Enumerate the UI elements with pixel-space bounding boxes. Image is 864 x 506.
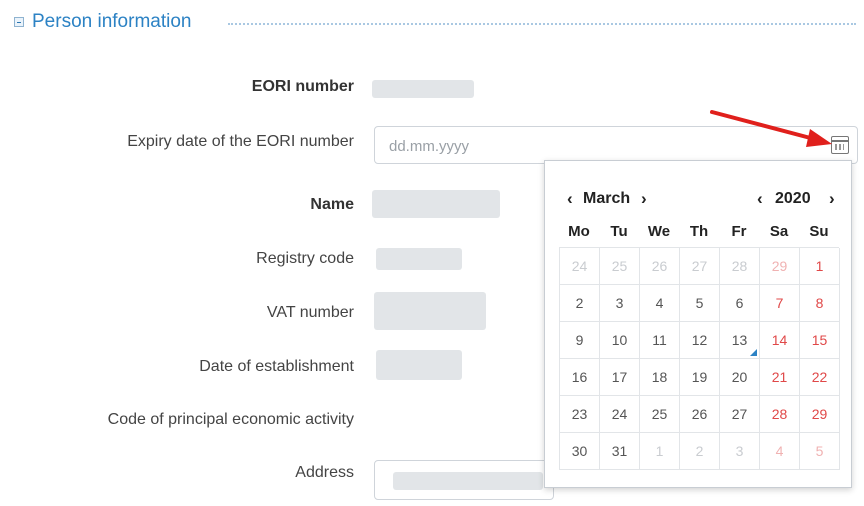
calendar-day[interactable]: 25 <box>600 248 640 285</box>
calendar-day[interactable]: 2 <box>560 285 600 322</box>
calendar-day[interactable]: 15 <box>800 322 840 359</box>
prev-year-button[interactable]: ‹ <box>757 189 763 209</box>
calendar-day[interactable]: 16 <box>560 359 600 396</box>
calendar-day[interactable]: 28 <box>720 248 760 285</box>
calendar-day[interactable]: 6 <box>720 285 760 322</box>
establishment-date-value-redacted <box>376 350 462 380</box>
date-picker-popup: ‹ March › ‹ 2020 › Mo Tu We Th Fr Sa Su … <box>544 160 852 488</box>
address-input[interactable] <box>374 460 554 500</box>
establishment-date-label: Date of establishment <box>199 358 354 375</box>
calendar-day[interactable]: 10 <box>600 322 640 359</box>
calendar-day[interactable]: 19 <box>680 359 720 396</box>
calendar-day[interactable]: 7 <box>760 285 800 322</box>
weekday-sa: Sa <box>769 223 789 240</box>
calendar-day[interactable]: 26 <box>680 396 720 433</box>
calendar-day[interactable]: 23 <box>560 396 600 433</box>
weekday-su: Su <box>809 223 829 240</box>
red-arrow-annotation <box>710 110 832 147</box>
weekday-tu: Tu <box>610 223 628 240</box>
calendar-day[interactable]: 27 <box>720 396 760 433</box>
calendar-day[interactable]: 8 <box>800 285 840 322</box>
calendar-day[interactable]: 24 <box>600 396 640 433</box>
address-value-redacted <box>393 472 543 490</box>
calendar-day[interactable]: 11 <box>640 322 680 359</box>
year-label[interactable]: 2020 <box>775 189 811 209</box>
vat-number-value-redacted <box>374 292 486 330</box>
collapse-icon[interactable] <box>14 17 24 27</box>
weekday-fr: Fr <box>731 223 747 240</box>
expiry-date-label: Expiry date of the EORI number <box>127 133 354 150</box>
calendar-day[interactable]: 26 <box>640 248 680 285</box>
calendar-day[interactable]: 29 <box>800 396 840 433</box>
weekday-mo: Mo <box>568 223 590 240</box>
prev-month-button[interactable]: ‹ <box>567 189 573 209</box>
calendar-day[interactable]: 14 <box>760 322 800 359</box>
section-title: Person information <box>32 11 192 32</box>
calendar-day[interactable]: 17 <box>600 359 640 396</box>
calendar-day[interactable]: 12 <box>680 322 720 359</box>
calendar-day[interactable]: 29 <box>760 248 800 285</box>
calendar-day[interactable]: 24 <box>560 248 600 285</box>
calendar-day[interactable]: 1 <box>800 248 840 285</box>
calendar-day[interactable]: 28 <box>760 396 800 433</box>
registry-code-value-redacted <box>376 248 462 270</box>
weekday-header: Mo Tu We Th Fr Sa Su <box>559 223 839 240</box>
eori-number-label: EORI number <box>251 78 354 95</box>
calendar-day[interactable]: 30 <box>560 433 600 470</box>
calendar-grid: 24 25 26 27 28 29 1 2 3 4 5 6 7 8 9 10 1… <box>559 247 840 470</box>
calendar-day[interactable]: 18 <box>640 359 680 396</box>
address-label: Address <box>295 464 354 481</box>
vat-number-label: VAT number <box>266 304 354 321</box>
calendar-day[interactable]: 2 <box>680 433 720 470</box>
calendar-day[interactable]: 4 <box>760 433 800 470</box>
calendar-day[interactable]: 27 <box>680 248 720 285</box>
registry-code-label: Registry code <box>256 250 354 267</box>
calendar-day[interactable]: 5 <box>680 285 720 322</box>
name-label: Name <box>310 196 354 213</box>
calendar-day[interactable]: 21 <box>760 359 800 396</box>
calendar-day[interactable]: 25 <box>640 396 680 433</box>
economic-activity-label: Code of principal economic activity <box>107 411 354 428</box>
weekday-th: Th <box>689 223 709 240</box>
weekday-we: We <box>647 223 671 240</box>
next-year-button[interactable]: › <box>829 189 835 209</box>
calendar-day[interactable]: 31 <box>600 433 640 470</box>
calendar-day[interactable]: 20 <box>720 359 760 396</box>
section-divider <box>228 23 856 25</box>
calendar-day[interactable]: 9 <box>560 322 600 359</box>
calendar-day-today[interactable]: 13 <box>720 322 760 359</box>
calendar-day[interactable]: 5 <box>800 433 840 470</box>
month-label[interactable]: March <box>583 189 630 209</box>
next-month-button[interactable]: › <box>641 189 647 209</box>
expiry-date-placeholder: dd.mm.yyyy <box>389 138 470 155</box>
eori-number-value-redacted <box>372 80 474 98</box>
name-value-redacted <box>372 190 500 218</box>
calendar-day[interactable]: 3 <box>600 285 640 322</box>
calendar-day[interactable]: 22 <box>800 359 840 396</box>
calendar-day[interactable]: 3 <box>720 433 760 470</box>
section-header: Person information <box>10 8 856 36</box>
calendar-day[interactable]: 4 <box>640 285 680 322</box>
calendar-day[interactable]: 1 <box>640 433 680 470</box>
